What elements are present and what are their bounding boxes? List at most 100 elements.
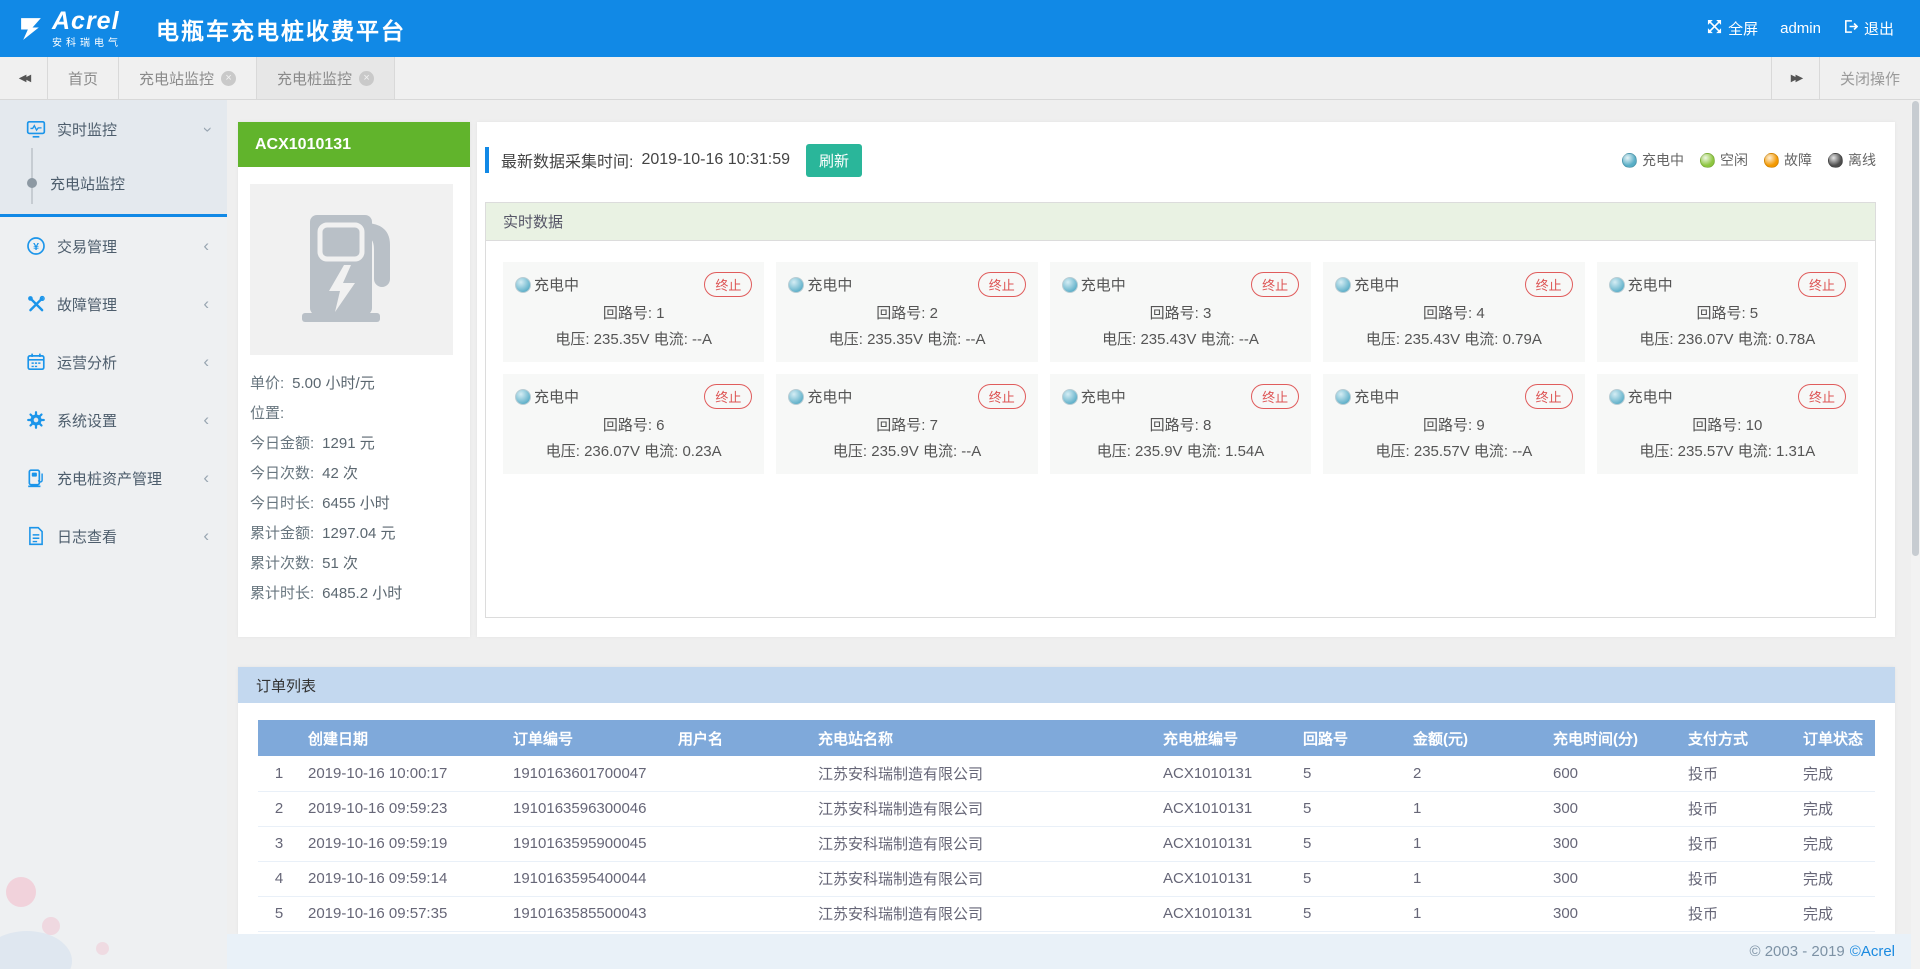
stat-row: 今日次数:42 次 [250, 457, 453, 487]
table-cell: 2019-10-16 09:59:23 [300, 791, 505, 826]
table-cell: 5 [1295, 896, 1405, 931]
terminate-button[interactable]: 终止 [1525, 384, 1573, 409]
tab-close-icon[interactable]: × [221, 71, 236, 86]
tab-close-icon[interactable]: × [359, 71, 374, 86]
row-index: 4 [258, 861, 300, 896]
terminate-button[interactable]: 终止 [1525, 272, 1573, 297]
pile-summary-panel: ACX1010131 单价:5.00 小时/ [238, 122, 470, 637]
sidebar-item-transaction-management[interactable]: ¥交易管理‹ [0, 217, 227, 275]
close-operations-button[interactable]: 关闭操作 [1819, 57, 1920, 99]
sidebar-item-pile-asset-management-label: 充电桩资产管理 [57, 468, 162, 489]
sidebar-item-station-monitor[interactable]: 充电站监控 [0, 158, 227, 208]
table-cell: 600 [1545, 756, 1680, 791]
table-row: 12019-10-16 10:00:171910163601700047江苏安科… [258, 756, 1875, 791]
sidebar-item-transaction-management-label: 交易管理 [57, 236, 117, 257]
charging-status-label: 充电中 [1354, 386, 1399, 407]
circuit-card: 充电中终止回路号: 9电压: 235.57V 电流: --A [1323, 374, 1584, 474]
svg-text:¥: ¥ [33, 241, 39, 253]
logout-button[interactable]: 退出 [1843, 18, 1894, 39]
row-index: 5 [258, 896, 300, 931]
brand-link[interactable]: ©Acrel [1850, 943, 1895, 960]
scrollbar-thumb[interactable] [1912, 101, 1919, 556]
stat-label: 累计次数: [250, 552, 314, 573]
terminate-button[interactable]: 终止 [1251, 272, 1299, 297]
table-cell: 投币 [1680, 826, 1795, 861]
legend-dot [1764, 153, 1779, 168]
circuit-number: 回路号: 6 [515, 414, 752, 435]
topbar-actions: 全屏 admin 退出 [1707, 18, 1894, 39]
terminate-button[interactable]: 终止 [1251, 384, 1299, 409]
table-cell: 完成 [1795, 826, 1875, 861]
sidebar-item-pile-asset-management[interactable]: 充电桩资产管理‹ [0, 449, 227, 507]
sidebar-item-operation-analysis[interactable]: 运营分析‹ [0, 333, 227, 391]
table-cell [670, 896, 810, 931]
order-list-title: 订单列表 [238, 667, 1895, 703]
stat-value: 51 次 [322, 552, 358, 573]
logout-label: 退出 [1864, 18, 1894, 39]
table-cell: 5 [1295, 861, 1405, 896]
table-header-row: 创建日期订单编号用户名充电站名称充电桩编号回路号金额(元)充电时间(分)支付方式… [258, 720, 1875, 756]
acrel-logo: Acrel 安科瑞电气 [18, 9, 122, 49]
column-header: 订单编号 [505, 720, 670, 756]
monitor-icon [26, 119, 46, 139]
circuit-number: 回路号: 1 [515, 302, 752, 323]
tab-station-monitor[interactable]: 充电站监控 × [119, 57, 257, 99]
sidebar-item-system-settings[interactable]: 系统设置‹ [0, 391, 227, 449]
terminate-button[interactable]: 终止 [1798, 384, 1846, 409]
stat-value: 42 次 [322, 462, 358, 483]
circuit-card: 充电中终止回路号: 7电压: 235.9V 电流: --A [776, 374, 1037, 474]
fullscreen-button[interactable]: 全屏 [1707, 18, 1758, 39]
tab-home[interactable]: 首页 [48, 57, 119, 99]
tab-station-monitor-label: 充电站监控 [139, 68, 214, 89]
sidebar-item-fault-management[interactable]: 故障管理‹ [0, 275, 227, 333]
column-header: 充电桩编号 [1155, 720, 1295, 756]
sidebar-item-realtime-monitor-label: 实时监控 [57, 119, 117, 140]
circuit-number: 回路号: 2 [788, 302, 1025, 323]
terminate-button[interactable]: 终止 [704, 272, 752, 297]
stat-row: 位置: [250, 397, 453, 427]
circuit-card: 充电中终止回路号: 3电压: 235.43V 电流: --A [1050, 262, 1311, 362]
tab-pile-monitor-label: 充电桩监控 [277, 68, 352, 89]
chevron-left-icon: ‹ [203, 295, 209, 312]
stat-label: 位置: [250, 402, 284, 423]
terminate-button[interactable]: 终止 [978, 384, 1026, 409]
sidebar-item-realtime-monitor[interactable]: 实时监控‹ [0, 100, 227, 158]
table-cell: 1 [1405, 896, 1545, 931]
logout-icon [1843, 19, 1858, 38]
tabs-scroll-right-button[interactable]: ▶▶ [1771, 57, 1819, 99]
scrollbar[interactable] [1911, 100, 1920, 969]
table-cell: 投币 [1680, 756, 1795, 791]
terminate-button[interactable]: 终止 [1798, 272, 1846, 297]
table-cell: 投币 [1680, 896, 1795, 931]
circuit-number: 回路号: 8 [1062, 414, 1299, 435]
circuit-number: 回路号: 7 [788, 414, 1025, 435]
table-row: 52019-10-16 09:57:351910163585500043江苏安科… [258, 896, 1875, 931]
stat-label: 累计时长: [250, 582, 314, 603]
terminate-button[interactable]: 终止 [704, 384, 752, 409]
legend-item: 空闲 [1700, 150, 1748, 170]
pile-stats-list: 单价:5.00 小时/元位置:今日金额:1291 元今日次数:42 次今日时长:… [250, 367, 453, 607]
table-cell: 2019-10-16 09:57:35 [300, 896, 505, 931]
circuit-card-header: 充电中终止 [1062, 272, 1299, 297]
sidebar-item-log-viewer[interactable]: 日志查看‹ [0, 507, 227, 565]
terminate-button[interactable]: 终止 [978, 272, 1026, 297]
circuit-number: 回路号: 3 [1062, 302, 1299, 323]
charging-status-icon [788, 389, 804, 405]
table-cell: 完成 [1795, 861, 1875, 896]
active-submenu-dot [27, 178, 37, 188]
circuit-number: 回路号: 9 [1335, 414, 1572, 435]
chevron-left-icon: ‹ [203, 353, 209, 370]
pile-summary-body: 单价:5.00 小时/元位置:今日金额:1291 元今日次数:42 次今日时长:… [238, 167, 470, 607]
tab-pile-monitor[interactable]: 充电桩监控 × [257, 57, 395, 99]
circuit-card: 充电中终止回路号: 8电压: 235.9V 电流: 1.54A [1050, 374, 1311, 474]
username[interactable]: admin [1780, 20, 1821, 37]
voltage-current: 电压: 235.35V 电流: --A [515, 328, 752, 349]
circuit-card: 充电中终止回路号: 4电压: 235.43V 电流: 0.79A [1323, 262, 1584, 362]
stat-label: 今日时长: [250, 492, 314, 513]
tabs-scroll-left-button[interactable]: ◀◀ [0, 57, 48, 99]
refresh-button[interactable]: 刷新 [806, 144, 862, 177]
table-cell: 江苏安科瑞制造有限公司 [810, 756, 1155, 791]
table-row: 42019-10-16 09:59:141910163595400044江苏安科… [258, 861, 1875, 896]
circuit-card-header: 充电中 终止 [1335, 384, 1572, 409]
charging-status-icon [1609, 277, 1625, 293]
